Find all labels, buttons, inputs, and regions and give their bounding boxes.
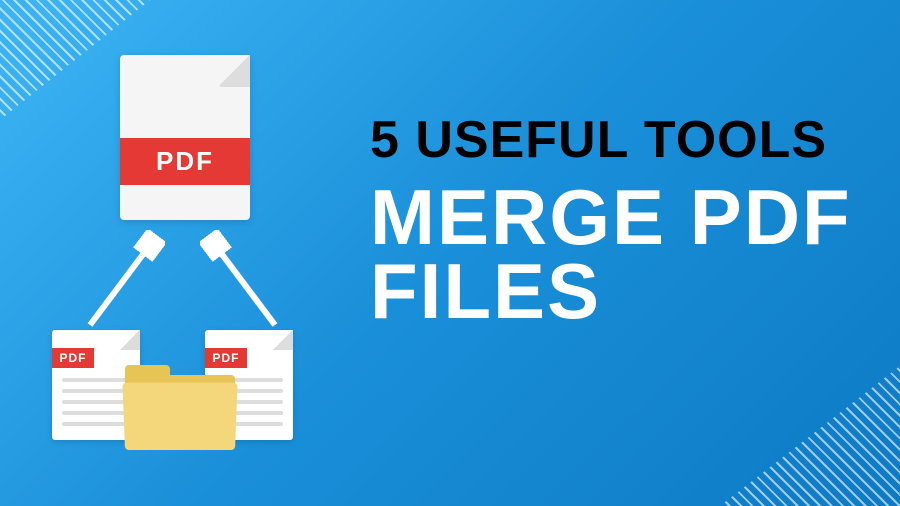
pdf-merge-illustration: PDF PDF PDF [40,55,350,455]
headline-text: 5 Useful Tools [370,110,852,170]
arrow-left-icon [75,230,165,340]
arrow-right-icon [200,230,290,340]
pdf-label: PDF [52,348,94,368]
document-lines-icon [62,378,130,433]
stripes-decoration-bottom-right [720,366,900,506]
pdf-file-large-icon: PDF [120,55,250,220]
text-content: 5 Useful Tools Merge PDF Files [370,110,852,328]
subtitle-line-1: Merge PDF [370,180,852,254]
subtitle-text: Merge PDF Files [370,180,852,328]
pdf-label: PDF [120,138,250,185]
folder-icon [125,365,235,450]
subtitle-line-2: Files [370,254,852,328]
